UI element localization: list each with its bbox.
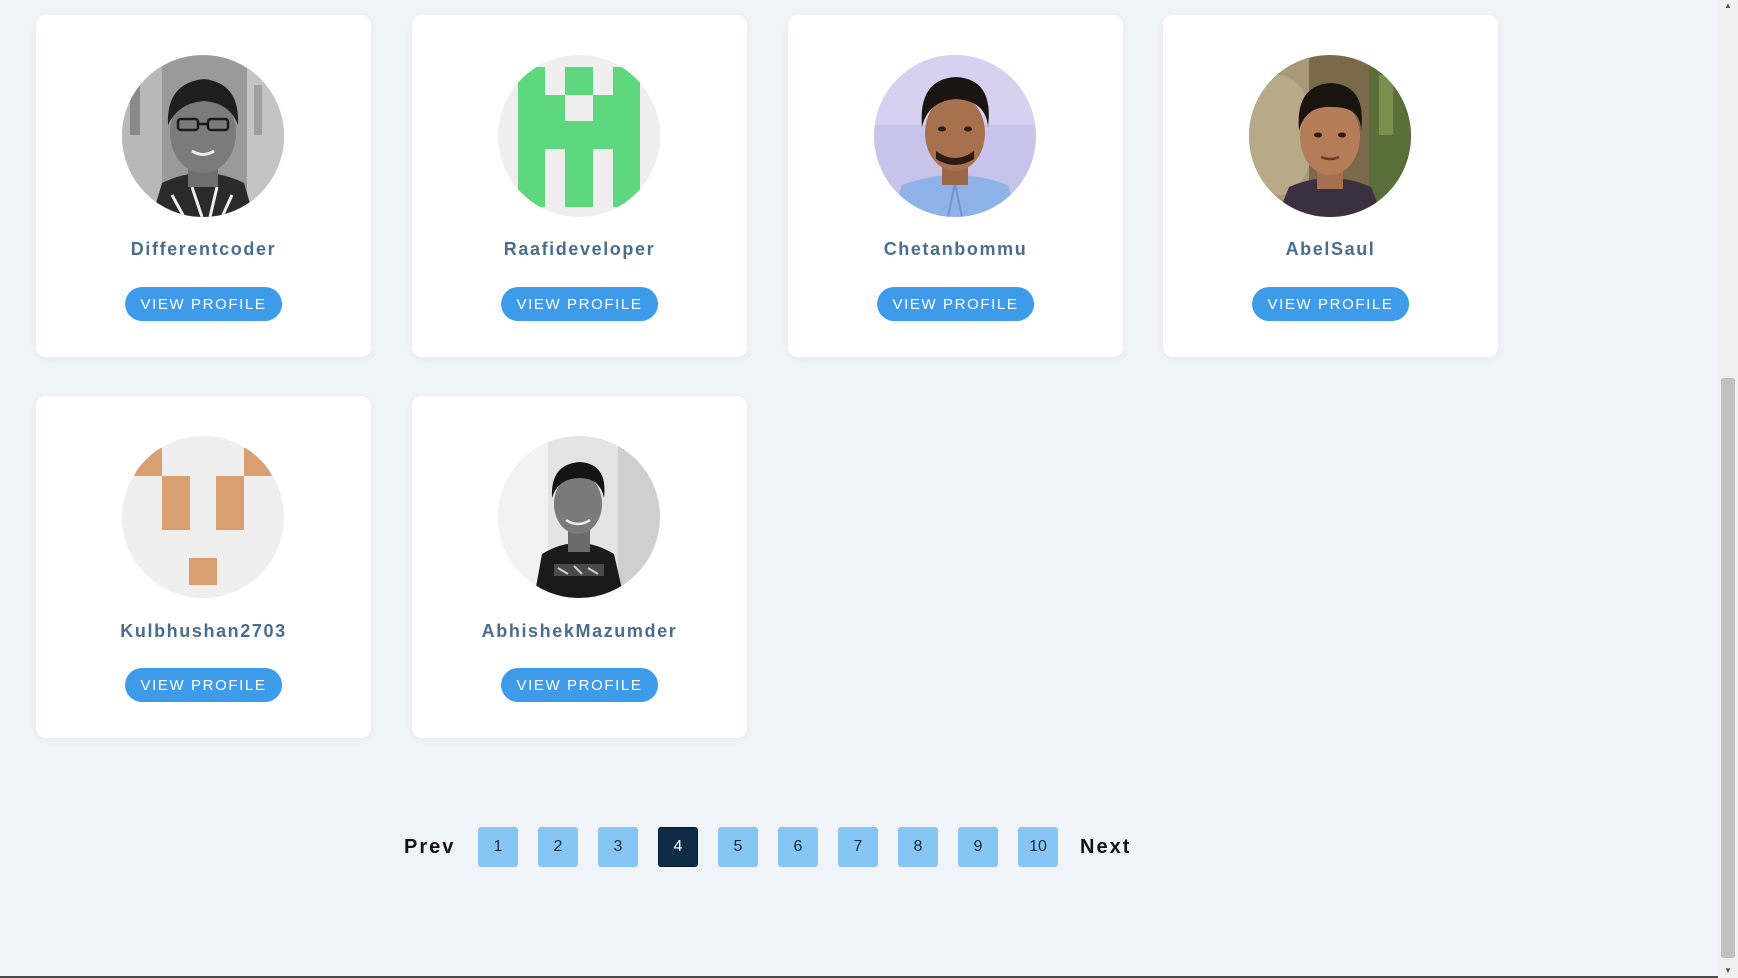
scrollbar-thumb[interactable]	[1721, 378, 1735, 958]
profile-username: Raafideveloper	[503, 239, 656, 259]
page-9-button[interactable]: 9	[958, 827, 998, 867]
profile-card: Raafideveloper VIEW PROFILE	[412, 15, 747, 357]
page-3-button[interactable]: 3	[598, 827, 638, 867]
page-2-button[interactable]: 2	[538, 827, 578, 867]
page-1-button[interactable]: 1	[478, 827, 518, 867]
profile-username: AbhishekMazumder	[481, 621, 678, 641]
vertical-scrollbar[interactable]: ▲ ▼	[1718, 0, 1738, 978]
view-profile-button[interactable]: VIEW PROFILE	[500, 287, 659, 321]
photo-man-hoodie-icon	[498, 436, 660, 598]
page-6-button[interactable]: 6	[778, 827, 818, 867]
page-8-button[interactable]: 8	[898, 827, 938, 867]
next-page-button[interactable]: Next	[1080, 827, 1131, 867]
page-5-button[interactable]: 5	[718, 827, 758, 867]
view-profile-button[interactable]: VIEW PROFILE	[124, 668, 283, 702]
prev-page-button[interactable]: Prev	[404, 827, 455, 867]
profile-card: Kulbhushan2703 VIEW PROFILE	[36, 396, 371, 738]
pagination: Prev 1 2 3 4 5 6 7 8 9 10 Next	[0, 827, 1718, 869]
profile-username: AbelSaul	[1285, 239, 1376, 259]
profile-card: Differentcoder VIEW PROFILE	[36, 15, 371, 357]
scroll-down-arrow-icon[interactable]: ▼	[1718, 964, 1738, 978]
profile-username: Chetanbommu	[883, 239, 1028, 259]
profiles-page: Differentcoder VIEW PROFILE Raafidevelop…	[0, 0, 1718, 978]
identicon-tan-icon	[122, 436, 284, 598]
profile-username: Kulbhushan2703	[120, 621, 287, 641]
profile-card: AbelSaul VIEW PROFILE	[1163, 15, 1498, 357]
page-10-button[interactable]: 10	[1018, 827, 1058, 867]
page-7-button[interactable]: 7	[838, 827, 878, 867]
page-4-button[interactable]: 4	[658, 827, 698, 867]
view-profile-button[interactable]: VIEW PROFILE	[1251, 287, 1410, 321]
photo-man-blue-shirt-icon	[874, 55, 1036, 217]
identicon-green-icon	[498, 55, 660, 217]
profile-card: AbhishekMazumder VIEW PROFILE	[412, 396, 747, 738]
view-profile-button[interactable]: VIEW PROFILE	[876, 287, 1035, 321]
profile-card: Chetanbommu VIEW PROFILE	[788, 15, 1123, 357]
photo-man-glasses-icon	[122, 55, 284, 217]
scroll-up-arrow-icon[interactable]: ▲	[1718, 0, 1738, 14]
view-profile-button[interactable]: VIEW PROFILE	[500, 668, 659, 702]
photo-man-rocks-icon	[1249, 55, 1411, 217]
view-profile-button[interactable]: VIEW PROFILE	[124, 287, 283, 321]
profile-username: Differentcoder	[130, 239, 277, 259]
